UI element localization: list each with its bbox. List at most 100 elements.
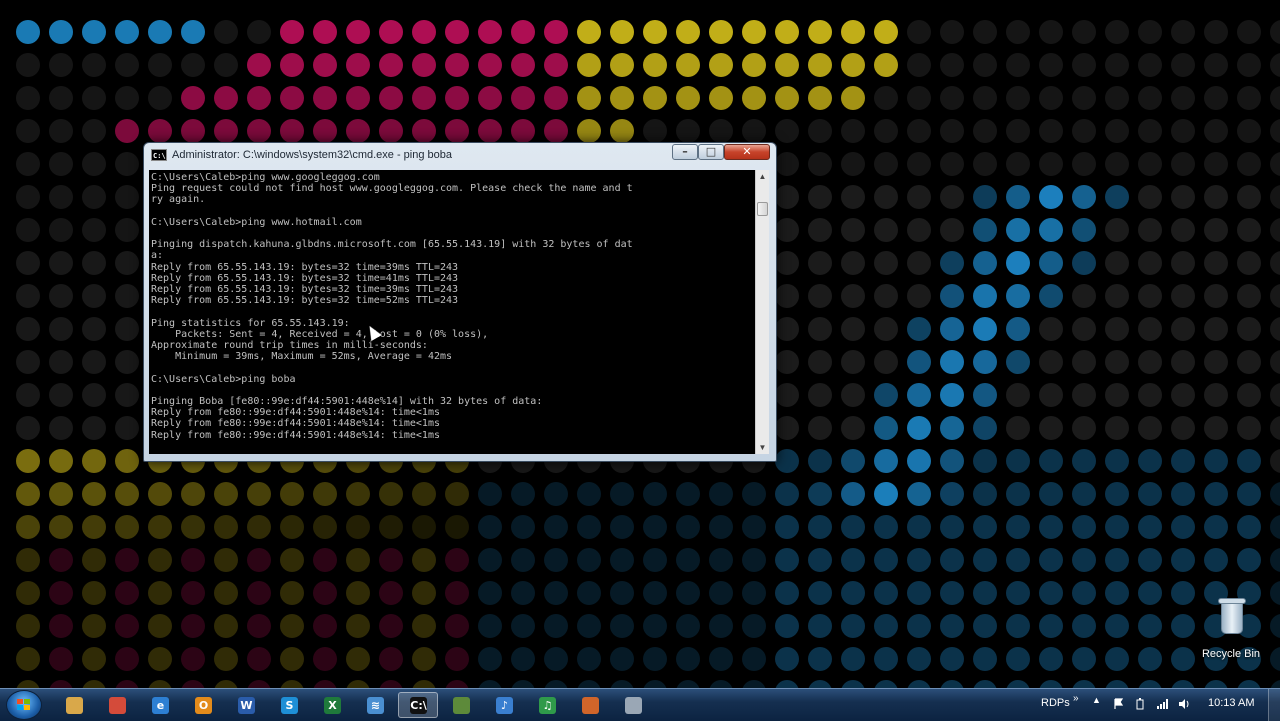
taskbar-button-powerpoint[interactable] bbox=[570, 692, 610, 718]
wallpaper-dot bbox=[874, 317, 898, 341]
power-icon[interactable] bbox=[1134, 698, 1146, 710]
wallpaper-dot bbox=[181, 482, 205, 506]
taskbar-button-itunes[interactable]: ♪ bbox=[484, 692, 524, 718]
wallpaper-dot bbox=[643, 86, 667, 110]
wallpaper-dot bbox=[478, 680, 502, 688]
wallpaper-dot bbox=[973, 680, 997, 688]
wallpaper-dot bbox=[841, 284, 865, 308]
wallpaper-dot bbox=[775, 614, 799, 638]
window-titlebar[interactable]: C:\ Administrator: C:\windows\system32\c… bbox=[144, 143, 776, 167]
wallpaper-dot bbox=[1270, 383, 1280, 407]
wallpaper-dot bbox=[940, 119, 964, 143]
taskbar-button-window[interactable] bbox=[613, 692, 653, 718]
wallpaper-dot bbox=[643, 119, 667, 143]
wallpaper-dot bbox=[1138, 383, 1162, 407]
wallpaper-dot bbox=[82, 416, 106, 440]
wallpaper-dot bbox=[1138, 20, 1162, 44]
wallpaper-dot bbox=[1006, 284, 1030, 308]
minimize-button[interactable]: – bbox=[672, 144, 698, 160]
vertical-scrollbar[interactable]: ▲ ▼ bbox=[755, 170, 769, 454]
wallpaper-dot bbox=[907, 647, 931, 671]
scroll-down-icon[interactable]: ▼ bbox=[756, 441, 769, 454]
wifi-signal-icon[interactable] bbox=[1156, 698, 1168, 710]
wallpaper-dot bbox=[808, 86, 832, 110]
wallpaper-dot bbox=[973, 581, 997, 605]
wallpaper-dot bbox=[940, 185, 964, 209]
wallpaper-dot bbox=[1270, 284, 1280, 308]
wallpaper-dot bbox=[1072, 317, 1096, 341]
wallpaper-dot bbox=[742, 482, 766, 506]
console-output[interactable]: C:\Users\Caleb>ping www.googleggog.com P… bbox=[149, 170, 755, 454]
wallpaper-dot bbox=[841, 251, 865, 275]
action-center-flag-icon[interactable] bbox=[1113, 698, 1125, 710]
wallpaper-dot bbox=[16, 482, 40, 506]
wallpaper-dot bbox=[445, 53, 469, 77]
cmd-icon: C:\ bbox=[151, 149, 167, 161]
wallpaper-dot bbox=[940, 482, 964, 506]
cmd-window[interactable]: C:\ Administrator: C:\windows\system32\c… bbox=[143, 142, 777, 462]
wallpaper-dot bbox=[49, 53, 73, 77]
taskbar-button-music-app[interactable]: ♫ bbox=[527, 692, 567, 718]
taskbar-button-outlook[interactable]: O bbox=[183, 692, 223, 718]
show-desktop-button[interactable] bbox=[1268, 689, 1280, 721]
scroll-up-icon[interactable]: ▲ bbox=[756, 170, 769, 183]
wallpaper-dot bbox=[1105, 251, 1129, 275]
taskbar-button-minecraft[interactable] bbox=[441, 692, 481, 718]
close-button[interactable]: ✕ bbox=[724, 144, 770, 160]
taskbar-button-word[interactable]: W bbox=[226, 692, 266, 718]
taskbar-button-excel[interactable]: X bbox=[312, 692, 352, 718]
wallpaper-dot bbox=[1072, 218, 1096, 242]
wallpaper-dot bbox=[412, 20, 436, 44]
start-button[interactable] bbox=[6, 690, 42, 720]
volume-icon[interactable] bbox=[1178, 698, 1190, 710]
wallpaper-dot bbox=[49, 218, 73, 242]
wallpaper-dot bbox=[1270, 614, 1280, 638]
show-hidden-icons-icon[interactable]: ▲ bbox=[1092, 695, 1101, 705]
wallpaper-dot bbox=[709, 548, 733, 572]
wallpaper-dot bbox=[346, 647, 370, 671]
wallpaper-dot bbox=[214, 680, 238, 688]
wallpaper-dot bbox=[1171, 647, 1195, 671]
wallpaper-dot bbox=[1138, 251, 1162, 275]
wallpaper-dot bbox=[775, 152, 799, 176]
wallpaper-dot bbox=[115, 152, 139, 176]
wallpaper-dot bbox=[1072, 20, 1096, 44]
wallpaper-dot bbox=[82, 152, 106, 176]
clock[interactable]: 10:13 AM bbox=[1208, 697, 1254, 709]
taskbar-button-chrome[interactable] bbox=[97, 692, 137, 718]
taskbar-button-explorer[interactable] bbox=[54, 692, 94, 718]
taskbar-button-network[interactable]: ≋ bbox=[355, 692, 395, 718]
recycle-bin[interactable]: Recycle Bin bbox=[1196, 596, 1266, 660]
wallpaper-dot bbox=[544, 515, 568, 539]
wallpaper-dot bbox=[1039, 20, 1063, 44]
wallpaper-dot bbox=[907, 20, 931, 44]
wallpaper-dot bbox=[841, 647, 865, 671]
wallpaper-dot bbox=[742, 515, 766, 539]
wallpaper-dot bbox=[1105, 53, 1129, 77]
scroll-thumb[interactable] bbox=[757, 202, 768, 216]
wallpaper-dot bbox=[808, 548, 832, 572]
wallpaper-dot bbox=[610, 20, 634, 44]
wallpaper-dot bbox=[874, 581, 898, 605]
wallpaper-dot bbox=[1105, 515, 1129, 539]
windows-logo-icon bbox=[17, 699, 31, 711]
tray-overflow-icon[interactable]: » bbox=[1073, 693, 1079, 704]
wallpaper-dot bbox=[115, 449, 139, 473]
taskbar-button-internet-explorer[interactable]: e bbox=[140, 692, 180, 718]
wallpaper-dot bbox=[1105, 548, 1129, 572]
wallpaper-dot bbox=[973, 647, 997, 671]
wallpaper-dot bbox=[1006, 647, 1030, 671]
taskbar-button-cmd[interactable]: C:\ bbox=[398, 692, 438, 718]
tray-rdps-label[interactable]: RDPs bbox=[1041, 697, 1070, 709]
wallpaper-dot bbox=[808, 53, 832, 77]
wallpaper-dot bbox=[247, 680, 271, 688]
wallpaper-dot bbox=[1171, 614, 1195, 638]
wallpaper-dot bbox=[1138, 218, 1162, 242]
wallpaper-dot bbox=[907, 581, 931, 605]
wallpaper-dot bbox=[49, 680, 73, 688]
taskbar-button-skype[interactable]: S bbox=[269, 692, 309, 718]
wallpaper-dot bbox=[49, 119, 73, 143]
wallpaper-dot bbox=[1006, 218, 1030, 242]
console-line: Reply from fe80::99e:df44:5901:448e%14: … bbox=[151, 418, 440, 430]
maximize-button[interactable]: □ bbox=[698, 144, 724, 160]
